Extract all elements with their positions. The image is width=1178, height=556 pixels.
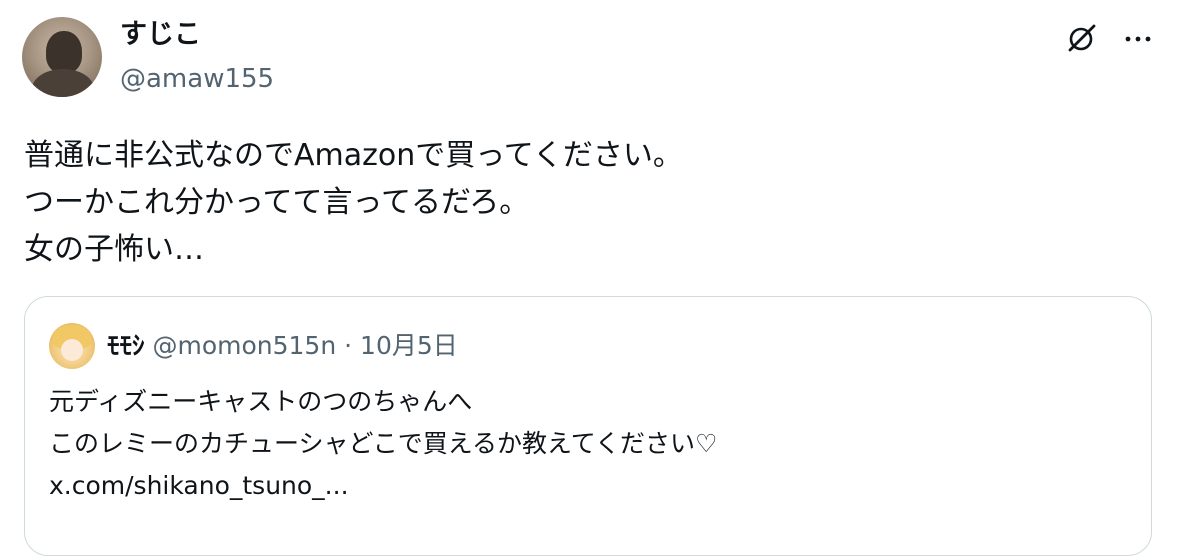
tweet-text-line: 女の子怖い… [24,232,204,267]
display-name[interactable]: すじこ [120,18,201,52]
avatar-shoulders [32,69,94,97]
quoted-handle[interactable]: @momon515n [152,331,336,360]
quoted-separator: · [344,331,353,360]
tweet-text-line: つーかこれ分かってて言ってるだろ。 [24,185,530,220]
tweet-text: 普通に非公式なのでAmazonで買ってください。 つーかこれ分かってて言ってるだ… [24,132,1144,273]
quoted-display-name[interactable]: ﾓﾓｼ [107,331,145,360]
quoted-tweet[interactable]: ﾓﾓｼ @momon515n · 10月5日 元ディズニーキャストのつのちゃんへ… [24,296,1152,556]
quoted-avatar[interactable] [49,323,95,369]
more-icon[interactable] [1120,20,1156,56]
avatar[interactable] [22,17,102,97]
quoted-text: 元ディズニーキャストのつのちゃんへ このレミーのカチューシャどこで買えるか教えて… [49,381,1129,507]
quoted-text-line: 元ディズニーキャストのつのちゃんへ [49,387,473,416]
avatar-figure [46,31,82,73]
grok-icon[interactable] [1064,20,1100,56]
tweet: すじこ @amaw155 普通に非公式なのでAmazonで買ってください。 つー… [0,0,1178,556]
tweet-text-line: 普通に非公式なのでAmazonで買ってください。 [24,138,683,173]
quoted-avatar-face [61,339,83,361]
quoted-date[interactable]: 10月5日 [360,331,458,360]
quoted-link[interactable]: x.com/shikano_tsuno_... [49,465,1129,507]
user-handle[interactable]: @amaw155 [120,62,274,96]
quoted-header: ﾓﾓｼ @momon515n · 10月5日 [107,329,458,363]
quoted-text-line: このレミーのカチューシャどこで買えるか教えてください♡ [49,429,718,458]
